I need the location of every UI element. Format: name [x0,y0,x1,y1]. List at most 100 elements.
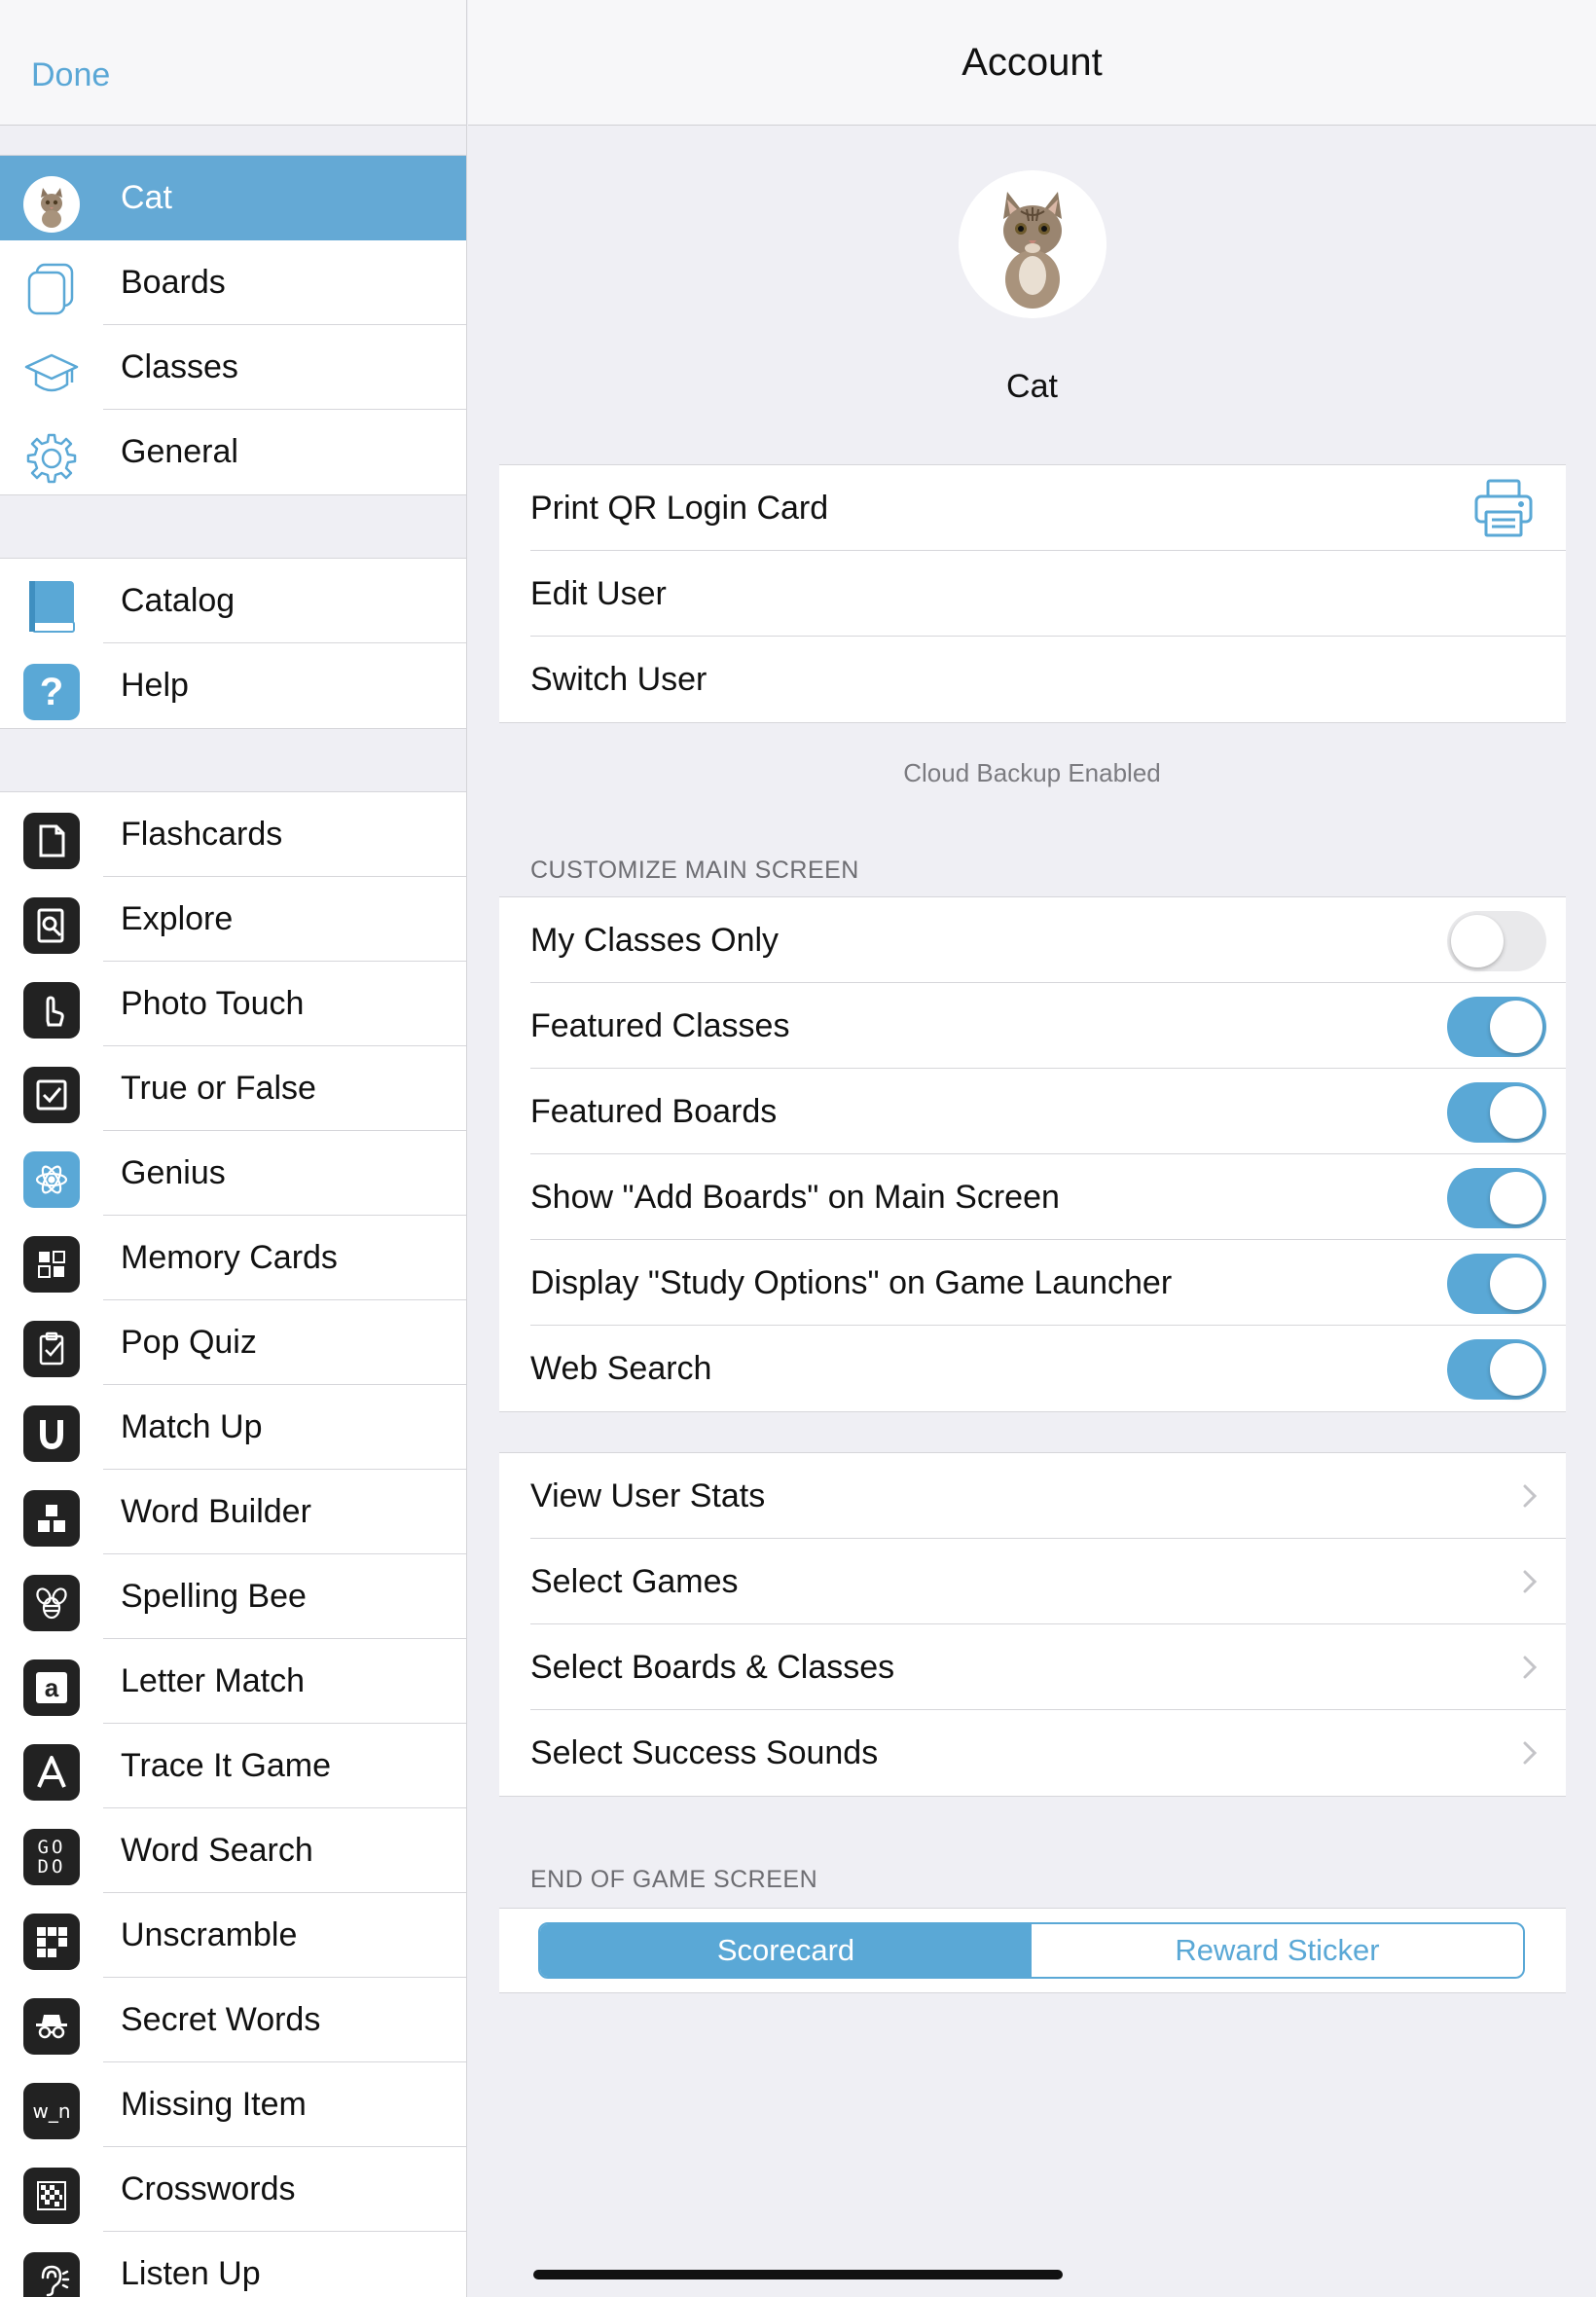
sidebar-item-pop-quiz[interactable]: Pop Quiz [0,1300,466,1385]
sidebar-item-help[interactable]: ? Help [0,643,466,728]
sidebar-item-label: Genius [121,1154,226,1191]
sidebar-item-label: True or False [121,1070,316,1107]
study-options-toggle[interactable] [1447,1254,1546,1314]
sidebar-item-classes[interactable]: Classes [0,325,466,410]
checkbox-icon [23,1067,80,1123]
scorecard-segment[interactable]: Scorecard [540,1924,1032,1977]
sidebar-item-true-or-false[interactable]: True or False [0,1046,466,1131]
row-label: Switch User [530,660,707,698]
sidebar-item-explore[interactable]: Explore [0,877,466,962]
spy-icon [23,1998,80,2055]
account-actions-group: Print QR Login Card Edit User Switch Use… [499,464,1566,723]
toggle-row-web-search: Web Search [499,1326,1566,1411]
atom-icon [23,1151,80,1208]
reward-sticker-segment[interactable]: Reward Sticker [1032,1924,1523,1977]
done-button[interactable]: Done [31,56,110,94]
printer-icon[interactable] [1472,477,1535,539]
sidebar-item-photo-touch[interactable]: Photo Touch [0,962,466,1046]
row-label: Select Boards & Classes [530,1648,895,1686]
sidebar-item-label: Missing Item [121,2086,307,2123]
boards-icon [23,261,80,317]
page-title: Account [961,40,1103,84]
sidebar-item-label: Listen Up [121,2255,261,2292]
sidebar-item-word-builder[interactable]: Word Builder [0,1470,466,1554]
sidebar-item-spelling-bee[interactable]: Spelling Bee [0,1554,466,1639]
select-boards-classes-row[interactable]: Select Boards & Classes [499,1624,1566,1710]
sidebar-item-secret-words[interactable]: Secret Words [0,1978,466,2062]
sidebar-item-genius[interactable]: Genius [0,1131,466,1216]
chevron-right-icon [1523,1741,1538,1765]
main-panel: Account Cat Print QR Login Card Edit Use… [468,0,1596,2297]
sidebar-item-label: Pop Quiz [121,1324,257,1361]
sidebar-settings-group: Cat Boards Classes General [0,155,466,495]
crossword-icon [23,2168,80,2224]
flashcard-icon [23,813,80,869]
chevron-right-icon [1523,1656,1538,1679]
settings-nav-group: View User Stats Select Games Select Boar… [499,1452,1566,1797]
sidebar-item-unscramble[interactable]: Unscramble [0,1893,466,1978]
sidebar-item-trace-it-game[interactable]: Trace It Game [0,1724,466,1808]
sidebar-item-label: Help [121,667,189,704]
sidebar-item-word-search[interactable]: GO DO Word Search [0,1808,466,1893]
sidebar-header: Done [0,0,466,126]
cloud-backup-note: Cloud Backup Enabled [903,758,1161,787]
sidebar-item-missing-item[interactable]: w_n Missing Item [0,2062,466,2147]
chevron-right-icon [1523,1570,1538,1593]
customize-group: My Classes Only Featured Classes Feature… [499,896,1566,1412]
sidebar-item-label: Crosswords [121,2170,296,2207]
sidebar-item-label: Trace It Game [121,1747,332,1784]
toggle-row-featured-classes: Featured Classes [499,983,1566,1069]
select-games-row[interactable]: Select Games [499,1539,1566,1624]
row-label: Edit User [530,574,667,612]
sidebar-item-label: Match Up [121,1408,263,1445]
row-label: Featured Boards [530,1092,778,1130]
memory-grid-icon [23,1236,80,1293]
sidebar-item-label: Unscramble [121,1916,298,1953]
row-label: Print QR Login Card [530,489,829,527]
featured-classes-toggle[interactable] [1447,997,1546,1057]
missing-letter-icon: w_n [23,2083,80,2139]
sidebar-item-label: Explore [121,900,234,937]
row-label: Display "Study Options" on Game Launcher [530,1263,1173,1301]
view-user-stats-row[interactable]: View User Stats [499,1453,1566,1539]
sidebar-item-memory-cards[interactable]: Memory Cards [0,1216,466,1300]
sidebar-item-general[interactable]: General [0,410,466,494]
select-success-sounds-row[interactable]: Select Success Sounds [499,1710,1566,1796]
trace-a-icon [23,1744,80,1801]
sidebar-item-label: Classes [121,348,238,385]
end-of-game-group: Scorecard Reward Sticker [499,1908,1566,1993]
ear-icon [23,2252,80,2297]
sidebar-item-label: Memory Cards [121,1239,338,1276]
sidebar-item-label: Letter Match [121,1662,305,1699]
web-search-toggle[interactable] [1447,1339,1546,1400]
my-classes-only-toggle[interactable] [1447,911,1546,971]
sidebar-item-boards[interactable]: Boards [0,240,466,325]
sidebar-item-label: Cat [121,179,172,216]
user-avatar[interactable] [959,170,1106,318]
add-boards-toggle[interactable] [1447,1168,1546,1228]
sidebar-item-listen-up[interactable]: Listen Up [0,2232,466,2297]
edit-user-row[interactable]: Edit User [499,551,1566,637]
graduation-cap-icon [23,346,80,402]
sidebar-item-user[interactable]: Cat [0,156,466,240]
sidebar-item-match-up[interactable]: Match Up [0,1385,466,1470]
nav-bar: Account [468,0,1596,126]
sidebar-item-flashcards[interactable]: Flashcards [0,792,466,877]
featured-boards-toggle[interactable] [1447,1082,1546,1143]
toggle-row-my-classes-only: My Classes Only [499,897,1566,983]
go-do-icon: GO DO [23,1829,80,1885]
book-icon [23,579,80,636]
switch-user-row[interactable]: Switch User [499,637,1566,722]
sidebar-resources-group: Catalog ? Help [0,558,466,729]
sidebar-item-letter-match[interactable]: a Letter Match [0,1639,466,1724]
sidebar-item-catalog[interactable]: Catalog [0,559,466,643]
bee-icon [23,1575,80,1631]
row-label: View User Stats [530,1477,766,1514]
sidebar-item-crosswords[interactable]: Crosswords [0,2147,466,2232]
end-of-game-segmented-control: Scorecard Reward Sticker [538,1922,1525,1979]
sidebar-item-label: General [121,433,238,470]
end-of-game-section-header: END OF GAME SCREEN [530,1866,818,1893]
print-qr-row[interactable]: Print QR Login Card [499,465,1566,551]
user-name: Cat [1006,368,1058,405]
touch-hand-icon [23,982,80,1039]
